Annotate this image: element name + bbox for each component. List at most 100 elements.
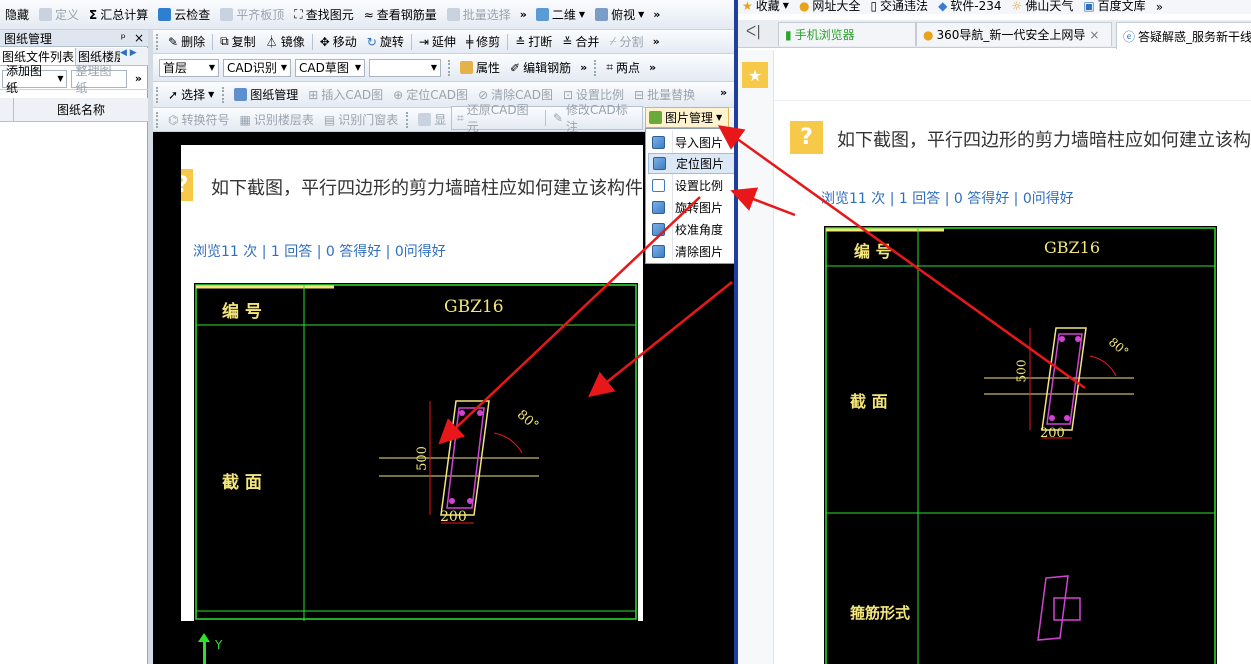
pin-button[interactable]: ᵖ <box>121 31 126 45</box>
modify-cad-label-button[interactable]: ✎ 修改CAD标注 <box>548 103 642 134</box>
mirror-button[interactable]: ⏃ 镜像 <box>261 32 310 52</box>
panel-overflow-button[interactable]: » <box>131 72 146 85</box>
cad-sketch-select[interactable]: CAD草图 ▼ <box>295 58 365 77</box>
extend-button[interactable]: ⇥ 延伸 <box>414 32 461 52</box>
canvas-cad-col-id: 编 号 <box>222 302 262 322</box>
rotate-icon: ↻ <box>366 34 377 49</box>
page-icon: ▯ <box>870 0 878 13</box>
bookmark-item[interactable]: ★ 收藏 ▼ <box>742 0 789 14</box>
bookmark-item[interactable]: ▯ 交通违法 <box>870 0 928 14</box>
split-button[interactable]: ⌿ 分割 <box>604 32 648 52</box>
edit-rebar-button[interactable]: ✐ 编辑钢筋 <box>505 58 576 78</box>
bookmark-item[interactable]: ● 网址大全 <box>799 0 861 14</box>
summary-button[interactable]: Σ 汇总计算 <box>84 5 153 25</box>
floor-select[interactable]: 首层 ▼ <box>159 58 219 77</box>
bookmark-item[interactable]: ◆ 软件-234 <box>938 0 1001 14</box>
question-title: 如下截图，平行四边形的剪力墙暗柱应如何建立该构件 <box>837 130 1251 151</box>
chevron-down-icon: ▼ <box>430 63 437 72</box>
recognize-door-table-button[interactable]: ▤ 识别门窗表 <box>319 110 403 130</box>
eraser-icon: ✎ <box>168 34 179 49</box>
chevron-down-icon: ▼ <box>716 113 723 122</box>
layer-toolbar: 首层 ▼ CAD识别 ▼ CAD草图 ▼ ▼ 属性 ✐ 编辑钢筋 » ⌗ 两点 » <box>153 54 735 82</box>
image-mgmt-dropdown[interactable]: 图片管理 ▼ <box>645 107 729 128</box>
ie-icon: ⓔ <box>1123 29 1136 44</box>
edit-toolbar: ✎ 删除 ⧉ 复制 ⏃ 镜像 ✥ 移动 ↻ 旋转 ⇥ 延伸 ╪ 修剪 ≛ 打断 ≚ 合并 ⌿ 分割 … <box>153 30 735 54</box>
star-icon: ★ <box>742 0 753 13</box>
show-button[interactable]: 显 <box>413 110 451 130</box>
canvas-question-stats: 浏览11 次 | 1 回答 | 0 答得好 | 0问得好 <box>193 244 446 260</box>
element-select[interactable]: ▼ <box>369 58 441 77</box>
view-2d-icon <box>535 8 549 21</box>
break-button[interactable]: ≛ 打断 <box>510 32 557 52</box>
favorite-star-icon[interactable]: ★ <box>742 62 768 88</box>
merge-button[interactable]: ≚ 合并 <box>557 32 604 52</box>
chevron-down-icon: ▼ <box>578 10 586 19</box>
two-points-icon: ⌗ <box>606 60 613 74</box>
insert-cad-button[interactable]: ⊞ 插入CAD图 <box>303 85 388 105</box>
cloud-check-button[interactable]: 云检查 <box>153 5 215 25</box>
find-element-button[interactable]: ⛶ 查找图元 <box>289 5 358 25</box>
close-tab-icon[interactable]: × <box>1089 28 1099 42</box>
toolbar-overflow-button[interactable]: » <box>516 8 531 21</box>
tab-back-icon[interactable]: ᐸ| <box>746 24 761 40</box>
merge-icon: ≚ <box>562 34 573 49</box>
question-cad-image: 编 号 GBZ16 截 面 箍筋形式 500 200 80° <box>824 226 1217 664</box>
cad-recognize-select[interactable]: CAD识别 ▼ <box>223 58 291 77</box>
bookmark-item[interactable]: ☼ 佛山天气 <box>1012 0 1074 14</box>
layer-toolbar-overflow[interactable]: » <box>576 61 591 74</box>
organize-drawing-button[interactable]: 整理图纸 <box>71 64 127 95</box>
recognize-floor-table-button[interactable]: ▦ 识别楼层表 <box>235 110 319 130</box>
edit-toolbar-overflow[interactable]: » <box>649 35 664 48</box>
rebar-icon: ≈ <box>363 7 374 22</box>
restore-cad-button[interactable]: ⌗ 还原CAD图元 <box>452 103 543 134</box>
define-button[interactable]: 定义 <box>34 5 84 25</box>
tab-mobile-browser[interactable]: ▮ 手机浏览器 <box>778 22 916 46</box>
column-header-name[interactable]: 图纸名称 <box>14 101 148 118</box>
batch-select-button[interactable]: 批量选择 <box>442 5 516 25</box>
bookmark-item[interactable]: ▣ 百度文库 <box>1083 0 1145 14</box>
chevron-down-icon: ▼ <box>354 63 361 72</box>
trim-button[interactable]: ╪ 修剪 <box>461 32 505 52</box>
site-icon: ● <box>798 0 810 13</box>
close-button[interactable]: × <box>134 31 144 45</box>
select-dropdown[interactable]: ➚ 选择 ▼ <box>163 85 219 105</box>
view-mode-dropdown[interactable]: 俯视 ▼ <box>590 5 649 25</box>
scale-icon: ⊡ <box>562 87 574 102</box>
360-icon: ● <box>923 27 934 42</box>
trim-icon: ╪ <box>465 34 474 49</box>
drawing-mgmt-button[interactable]: 图纸管理 <box>229 85 303 105</box>
locate-cad-icon: ⊕ <box>393 87 404 102</box>
align-top-button[interactable]: 平齐板顶 <box>215 5 289 25</box>
tab-360-nav[interactable]: ● 360导航_新一代安全上网导 × <box>916 22 1112 46</box>
view-rebar-button[interactable]: ≈ 查看钢筋量 <box>359 5 442 25</box>
view-2d-dropdown[interactable]: 二维 ▼ <box>531 5 590 25</box>
add-drawing-button[interactable]: 添加图纸 ▼ <box>2 64 68 95</box>
tab-qa[interactable]: ⓔ 答疑解惑_服务新干线 <box>1116 22 1251 49</box>
hide-button[interactable]: 隐藏 <box>0 5 34 25</box>
delete-button[interactable]: ✎ 删除 <box>163 32 210 52</box>
floor-table-icon: ▦ <box>239 112 251 127</box>
move-button[interactable]: ✥ 移动 <box>315 32 362 52</box>
chevron-down-icon: ▼ <box>638 10 645 19</box>
canvas-cad-dim-200: 200 <box>440 509 467 525</box>
drawing-mgmt-icon <box>234 88 248 101</box>
convert-symbol-button[interactable]: ⌬ 转换符号 <box>163 110 235 130</box>
rotate-button[interactable]: ↻ 旋转 <box>362 32 409 52</box>
chevron-down-icon: ▼ <box>208 90 215 99</box>
weather-icon: ☼ <box>1011 0 1023 13</box>
main-toolbar: 隐藏 定义 Σ 汇总计算 云检查 平齐板顶 ⛶ 查找图元 ≈ 查看钢筋量 批量选择 »… <box>0 0 735 30</box>
panel-title: 图纸管理 <box>4 31 53 46</box>
cursor-icon: ➚ <box>168 87 179 102</box>
locate-cad-button[interactable]: ⊕ 定位CAD图 <box>388 85 473 105</box>
properties-button[interactable]: 属性 <box>455 58 505 78</box>
bookmark-overflow[interactable]: » <box>1156 0 1163 14</box>
two-points-button[interactable]: ⌗ 两点 <box>601 58 645 78</box>
import-image-icon <box>652 136 665 149</box>
two-points-overflow[interactable]: » <box>645 61 660 74</box>
batch-replace-button[interactable]: ⊟ 批量替换 <box>629 85 700 105</box>
toolbar-overflow-button-2[interactable]: » <box>649 8 664 21</box>
copy-icon: ⧉ <box>220 34 229 48</box>
cad-toolbar-overflow[interactable]: » <box>716 86 731 99</box>
clear-image-icon <box>652 245 665 258</box>
copy-button[interactable]: ⧉ 复制 <box>215 32 261 52</box>
